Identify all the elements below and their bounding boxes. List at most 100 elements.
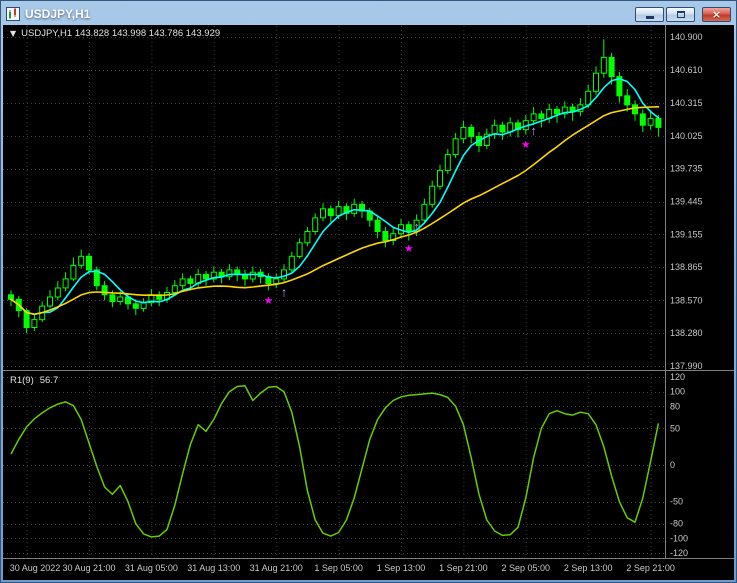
candle-body: [296, 242, 303, 257]
candle-body: [31, 319, 38, 329]
ohlc-readout: ▼ USDJPY,H1 143.828 143.998 143.786 143.…: [10, 29, 220, 39]
price-axis-label: 139.445: [670, 197, 703, 207]
candle: [398, 219, 404, 239]
indicator-readout: R1(9) 56.7: [10, 376, 58, 386]
candle: [273, 273, 280, 288]
candle: [8, 290, 14, 307]
candle-body: [632, 104, 638, 115]
candle: [616, 72, 623, 103]
candle: [320, 203, 326, 222]
candle: [210, 266, 217, 283]
candle-body: [288, 255, 295, 271]
candle-body: [171, 285, 178, 294]
candle: [156, 291, 163, 307]
marker-arrow-up: ↑: [413, 219, 420, 234]
minimize-icon: [645, 15, 654, 19]
candle-body: [460, 126, 467, 140]
indicator-axis-label: -120: [670, 548, 688, 558]
candle-body: [593, 72, 599, 92]
candle-body: [47, 296, 53, 307]
chart-area: ★ ↑ ★ ↑ ★ ↑ 140.900 140.610 140.315 140.025 139.73…: [3, 25, 734, 580]
maximize-button[interactable]: [666, 6, 695, 22]
collapse-arrow-icon[interactable]: ▼: [10, 29, 16, 38]
candle-body: [647, 117, 654, 126]
candle: [452, 133, 459, 158]
candle: [546, 103, 553, 123]
time-axis-label: 2 Sep 05:00: [502, 563, 551, 573]
time-axis-label: 1 Sep 13:00: [377, 563, 426, 573]
candle-body: [374, 219, 381, 232]
price-axis-label: 139.735: [670, 164, 703, 174]
price-axis-label: 139.155: [670, 229, 703, 239]
candle-body: [468, 126, 475, 137]
time-axis-label: 1 Sep 21:00: [439, 563, 488, 573]
time-axis-label: 31 Aug 13:00: [187, 563, 240, 573]
candle-body: [608, 56, 615, 78]
marker-star: ★: [264, 295, 273, 305]
candle: [390, 228, 397, 245]
candle-body: [320, 208, 326, 219]
candle: [444, 148, 451, 174]
candle: [647, 111, 654, 130]
candle: [54, 281, 61, 301]
candle: [538, 110, 545, 128]
candle-body: [530, 113, 537, 122]
candle: [483, 128, 490, 149]
chart-canvas[interactable]: ★↑★↑★↑ 140.900140.610140.315140.025139.73…: [3, 25, 734, 580]
candle-body: [78, 255, 85, 266]
candle-body: [600, 56, 607, 74]
candle: [593, 66, 599, 95]
candle-body: [179, 278, 186, 287]
candle: [460, 120, 467, 144]
candle: [624, 89, 631, 112]
signal-markers: ★↑★↑★↑: [264, 123, 536, 305]
candle-body: [187, 278, 194, 284]
marker-star: ★: [522, 139, 531, 149]
titlebar[interactable]: USDJPY,H1 ×: [3, 3, 734, 25]
candle: [179, 273, 186, 290]
candle-body: [281, 269, 287, 280]
window-icon: [6, 7, 20, 21]
candle-body: [499, 124, 506, 133]
indicator-axis-label: -80: [670, 519, 683, 529]
candle: [226, 264, 233, 281]
close-button[interactable]: ×: [702, 6, 731, 22]
time-axis-label: 30 Aug 2022: [10, 563, 61, 573]
candle-body: [335, 206, 342, 217]
candle-body: [554, 108, 560, 115]
price-axis-label: 140.900: [670, 32, 703, 42]
candle-body: [70, 264, 77, 280]
price-axis-label: 140.315: [670, 98, 703, 108]
candle-body: [421, 203, 428, 221]
indicator-axis-label: -50: [670, 497, 683, 507]
candles-series: [8, 39, 662, 334]
candle-body: [444, 154, 451, 171]
candle-body: [429, 185, 436, 205]
candle: [148, 289, 155, 307]
candle-body: [140, 302, 147, 309]
time-scale[interactable]: 30 Aug 2022 30 Aug 21:00 31 Aug 05:00 31 Au…: [10, 563, 675, 573]
price-scale[interactable]: 140.900 140.610 140.315 140.025 139.735 139.4…: [670, 32, 703, 558]
candle-body: [405, 224, 412, 232]
price-axis-label: 138.280: [670, 328, 703, 338]
candle-body: [491, 124, 498, 135]
candle-body: [117, 296, 124, 302]
candle: [140, 298, 147, 312]
ohlc-readout-text: USDJPY,H1 143.828 143.998 143.786 143.92…: [21, 28, 221, 39]
candle: [632, 100, 638, 121]
candle-body: [101, 285, 108, 296]
marker-arrow-up: ↑: [530, 123, 537, 138]
candle: [304, 226, 311, 247]
candle-body: [249, 271, 256, 280]
minimize-button[interactable]: [635, 6, 664, 22]
candle-body: [304, 231, 311, 244]
time-axis-label: 2 Sep 21:00: [626, 563, 675, 573]
candle: [47, 290, 53, 309]
indicator-name: R1(9): [10, 375, 34, 386]
slow-ma-line: [10, 106, 660, 316]
candle: [639, 109, 646, 132]
indicator-axis-label: 50: [670, 423, 680, 433]
candle-body: [273, 278, 280, 284]
time-axis-label: 31 Aug 21:00: [250, 563, 303, 573]
chart-window: USDJPY,H1 × ★ ↑ ★ ↑ ★ ↑ 140.900 140.610 140.315 1…: [0, 0, 737, 583]
